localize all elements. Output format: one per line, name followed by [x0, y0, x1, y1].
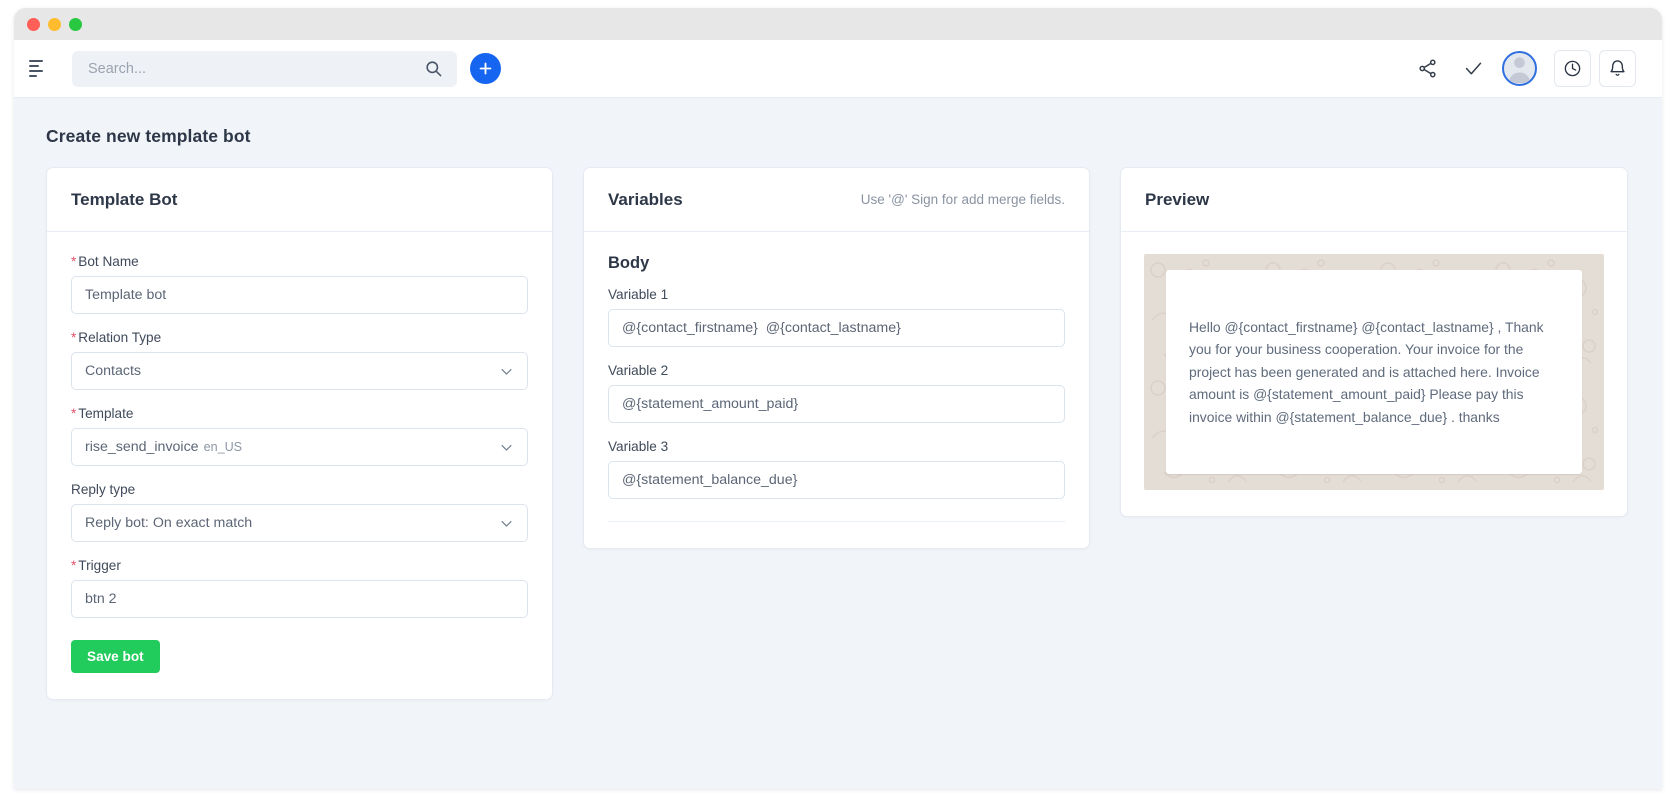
required-asterisk: * — [71, 254, 76, 269]
required-asterisk: * — [71, 406, 76, 421]
bell-icon[interactable] — [1599, 50, 1636, 87]
field-variable-1: Variable 1 — [608, 287, 1065, 347]
label-variable-1: Variable 1 — [608, 287, 1065, 302]
reply-type-select[interactable]: Reply bot: On exact match — [71, 504, 528, 542]
check-icon[interactable] — [1450, 47, 1496, 91]
clock-icon[interactable] — [1554, 50, 1591, 87]
field-template: *Template rise_send_invoice en_US — [71, 406, 528, 466]
variable-3-input[interactable] — [608, 461, 1065, 499]
search-bar[interactable] — [72, 51, 457, 87]
app-viewport: Create new template bot Template Bot *Bo… — [14, 40, 1662, 789]
relation-type-value: Contacts — [85, 363, 141, 379]
hamburger-list-icon[interactable] — [24, 54, 54, 84]
relation-type-select[interactable]: Contacts — [71, 352, 528, 390]
page-content: Create new template bot Template Bot *Bo… — [14, 98, 1662, 789]
template-bot-card-header: Template Bot — [47, 168, 552, 232]
variable-1-input[interactable] — [608, 309, 1065, 347]
label-trigger: *Trigger — [71, 558, 528, 573]
chat-background: Hello @{contact_firstname} @{contact_las… — [1144, 254, 1604, 490]
variables-card: Variables Use '@' Sign for add merge fie… — [583, 167, 1090, 549]
preview-card-header: Preview — [1121, 168, 1627, 232]
chevron-down-icon — [499, 516, 514, 531]
template-bot-card-title: Template Bot — [71, 190, 177, 210]
field-relation-type: *Relation Type Contacts — [71, 330, 528, 390]
preview-message-text: Hello @{contact_firstname} @{contact_las… — [1189, 316, 1559, 429]
template-language-tag: en_US — [204, 440, 243, 454]
variables-divider — [608, 521, 1065, 522]
save-bot-button[interactable]: Save bot — [71, 640, 160, 673]
required-asterisk: * — [71, 330, 76, 345]
field-reply-type: Reply type Reply bot: On exact match — [71, 482, 528, 542]
browser-window: Create new template bot Template Bot *Bo… — [14, 8, 1662, 789]
topbar-actions — [1404, 47, 1636, 91]
trigger-input[interactable] — [71, 580, 528, 618]
preview-card-body: Hello @{contact_firstname} @{contact_las… — [1121, 232, 1627, 516]
variables-card-header: Variables Use '@' Sign for add merge fie… — [584, 168, 1089, 232]
chevron-down-icon — [499, 440, 514, 455]
search-input[interactable] — [88, 61, 424, 77]
label-relation-type: *Relation Type — [71, 330, 528, 345]
window-maximize-button[interactable] — [69, 18, 82, 31]
template-value: rise_send_invoice — [85, 439, 199, 455]
template-value-group: rise_send_invoice en_US — [85, 439, 242, 455]
variables-card-body: Body Variable 1 Variable 2 Variable 3 — [584, 232, 1089, 548]
label-template: *Template — [71, 406, 528, 421]
window-titlebar — [14, 8, 1662, 40]
share-icon[interactable] — [1404, 47, 1450, 91]
label-bot-name: *Bot Name — [71, 254, 528, 269]
field-bot-name: *Bot Name — [71, 254, 528, 314]
app-topbar — [14, 40, 1662, 98]
reply-type-value: Reply bot: On exact match — [85, 515, 252, 531]
page-title: Create new template bot — [46, 126, 1630, 147]
field-variable-2: Variable 2 — [608, 363, 1065, 423]
columns-layout: Template Bot *Bot Name *Relation Type — [46, 167, 1630, 700]
preview-card: Preview — [1120, 167, 1628, 517]
add-button[interactable] — [470, 53, 501, 84]
chevron-down-icon — [499, 364, 514, 379]
required-asterisk: * — [71, 558, 76, 573]
variable-2-input[interactable] — [608, 385, 1065, 423]
avatar[interactable] — [1502, 51, 1537, 86]
template-select[interactable]: rise_send_invoice en_US — [71, 428, 528, 466]
window-close-button[interactable] — [27, 18, 40, 31]
preview-message-bubble: Hello @{contact_firstname} @{contact_las… — [1166, 270, 1582, 474]
window-minimize-button[interactable] — [48, 18, 61, 31]
template-bot-card: Template Bot *Bot Name *Relation Type — [46, 167, 553, 700]
field-trigger: *Trigger — [71, 558, 528, 618]
label-variable-3: Variable 3 — [608, 439, 1065, 454]
label-variable-2: Variable 2 — [608, 363, 1065, 378]
merge-fields-hint: Use '@' Sign for add merge fields. — [861, 192, 1065, 207]
variables-section-title: Body — [608, 254, 1065, 273]
search-icon[interactable] — [424, 59, 443, 78]
label-reply-type: Reply type — [71, 482, 528, 497]
bot-name-input[interactable] — [71, 276, 528, 314]
variables-card-title: Variables — [608, 190, 683, 210]
preview-card-title: Preview — [1145, 190, 1209, 210]
field-variable-3: Variable 3 — [608, 439, 1065, 499]
template-bot-card-body: *Bot Name *Relation Type Contacts — [47, 232, 552, 699]
